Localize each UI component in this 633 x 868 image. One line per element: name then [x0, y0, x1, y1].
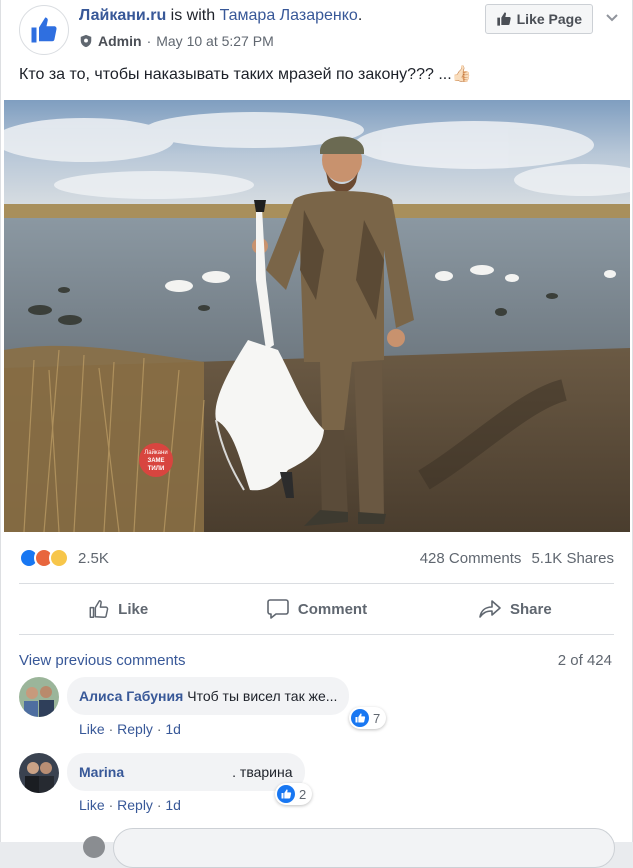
page-name-link[interactable]: Лайкани.ru — [79, 7, 166, 24]
post-text: Кто за то, чтобы наказывать таких мразей… — [19, 66, 472, 83]
speech-bubble-icon — [267, 599, 289, 619]
sad-reaction-icon — [49, 548, 69, 568]
comments-counter: 2 of 424 — [557, 652, 612, 669]
thumbs-up-outline-icon — [89, 600, 109, 618]
comment-reactions-badge[interactable]: 7 — [349, 707, 387, 729]
comment-dot: · — [108, 721, 114, 737]
stats-right: 428 Comments 5.1K Shares — [420, 550, 614, 567]
post-timestamp[interactable]: May 10 at 5:27 PM — [156, 33, 274, 49]
comment-button[interactable]: Comment — [217, 584, 415, 634]
post-card: Лайкани.ru is with Тамара Лазаренко. Adm… — [0, 0, 633, 868]
reactions-summary[interactable]: 2.5K — [19, 548, 109, 568]
like-page-button[interactable]: Like Page — [484, 4, 593, 34]
comment-age-link[interactable]: 1d — [165, 721, 181, 737]
comment-item: Алиса Габуния Чтоб ты висел так же... 7 … — [19, 677, 614, 747]
comment-text: Чтоб ты висел так же... — [187, 688, 338, 704]
comment-dot: · — [108, 797, 114, 813]
comment-bubble: Алиса Габуния Чтоб ты висел так же... — [67, 677, 350, 715]
comment-like-link[interactable]: Like — [79, 797, 105, 813]
thumbs-up-icon — [496, 12, 511, 26]
post-author-line: Лайкани.ru is with Тамара Лазаренко. — [79, 7, 362, 25]
comment-reactions-count: 2 — [299, 786, 307, 802]
comment-reactions-badge[interactable]: 2 — [275, 783, 313, 805]
reaction-icons — [19, 548, 69, 568]
current-user-avatar — [83, 836, 105, 858]
post-meta: Admin · May 10 at 5:27 PM — [79, 33, 274, 49]
with-text: is with — [166, 7, 220, 24]
comment-author-link[interactable]: Алиса Габуния — [79, 688, 183, 704]
share-arrow-icon — [479, 600, 501, 618]
period: . — [357, 7, 363, 24]
tagged-person-link[interactable]: Тамара Лазаренко — [220, 7, 358, 24]
like-reaction-icon — [277, 785, 295, 803]
comment-author-link[interactable]: Marina — [79, 764, 124, 780]
like-reaction-icon — [351, 709, 369, 727]
post-photo[interactable]: Лайкани ЗАМЕ ТИЛИ — [4, 100, 630, 532]
like-button-label: Like — [118, 600, 149, 618]
comment-bubble: Marina . тварина — [67, 753, 305, 791]
chevron-down-icon[interactable] — [604, 9, 620, 25]
post-header: Лайкани.ru is with Тамара Лазаренко. Adm… — [19, 4, 620, 55]
comments-count-link[interactable]: 428 Comments — [420, 550, 522, 567]
comment-actions: Like · Reply · 1d — [79, 797, 181, 813]
share-button[interactable]: Share — [416, 584, 614, 634]
comment-actions: Like · Reply · 1d — [79, 721, 181, 737]
comment-like-link[interactable]: Like — [79, 721, 105, 737]
meta-separator: · — [146, 33, 152, 49]
comment-button-label: Comment — [297, 600, 368, 618]
comment-item: Marina . тварина 2 Like · Reply · 1d — [19, 753, 614, 823]
avatar-photo — [19, 753, 59, 793]
sticker-line-2: ЗАМЕ — [147, 458, 164, 464]
action-bar: Like Comment Share — [19, 583, 614, 635]
dry-grass — [4, 345, 204, 532]
like-page-label: Like Page — [516, 11, 582, 27]
page-avatar[interactable] — [19, 5, 69, 55]
avatar[interactable] — [19, 677, 59, 717]
post-stats: 2.5K 428 Comments 5.1K Shares — [19, 545, 614, 571]
comment-dot: · — [156, 797, 162, 813]
sticker-line-3: ТИЛИ — [148, 466, 165, 472]
reaction-count: 2.5K — [78, 549, 109, 567]
comment-dot: · — [156, 721, 162, 737]
shield-icon — [80, 34, 92, 48]
like-button[interactable]: Like — [19, 584, 217, 634]
shares-count-link[interactable]: 5.1K Shares — [531, 550, 614, 567]
write-comment-input[interactable] — [113, 828, 615, 868]
comment-text: . тварина — [232, 764, 293, 780]
comment-reply-link[interactable]: Reply — [117, 797, 153, 813]
photo-scene: Лайкани ЗАМЕ ТИЛИ — [4, 100, 630, 532]
comment-reactions-count: 7 — [373, 710, 381, 726]
sticker-line-1: Лайкани — [144, 449, 167, 456]
watermark-sticker: Лайкани ЗАМЕ ТИЛИ — [139, 443, 173, 477]
comment-reply-link[interactable]: Reply — [117, 721, 153, 737]
avatar-photo — [19, 677, 59, 717]
comment-age-link[interactable]: 1d — [165, 797, 181, 813]
role-label: Admin — [98, 33, 142, 49]
thumbs-up-icon — [31, 17, 57, 43]
view-previous-comments-link[interactable]: View previous comments — [19, 652, 185, 669]
avatar[interactable] — [19, 753, 59, 793]
share-button-label: Share — [509, 600, 552, 618]
